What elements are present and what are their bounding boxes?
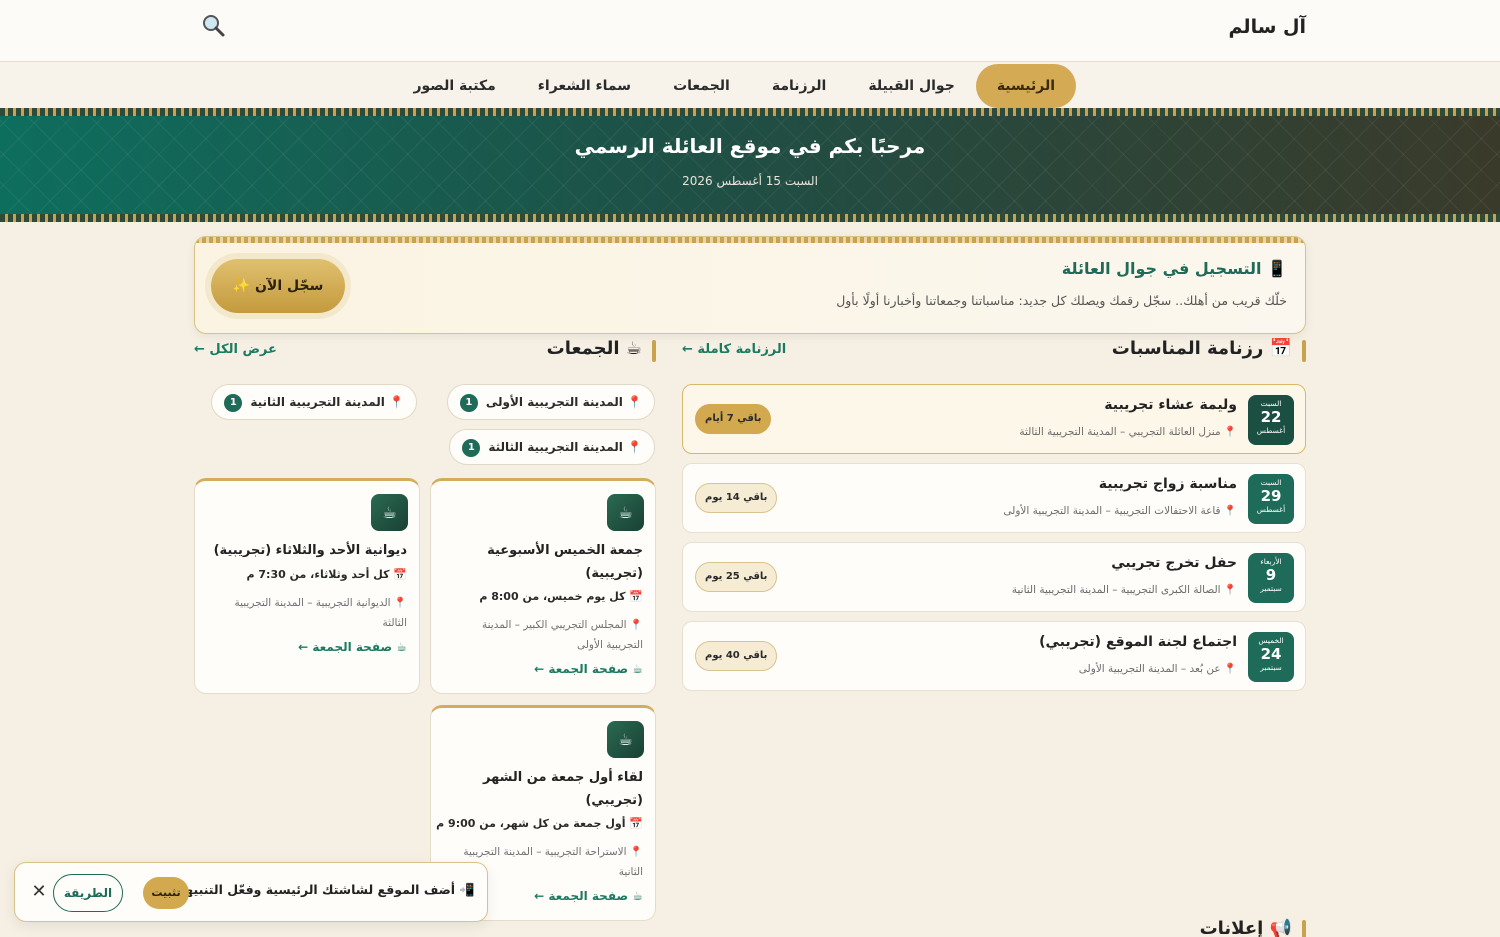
gathering-title: جمعة الخميس الأسبوعية (تجريبية) (487, 543, 643, 581)
city-chip[interactable]: 📍 المدينة التجريبية الثانية 1 (211, 384, 417, 420)
event-countdown-badge: باقي 14 يوم (695, 483, 778, 513)
close-icon[interactable]: ✕ (29, 882, 49, 902)
site-brand[interactable]: آل سالم (1229, 16, 1306, 38)
register-card: 📱 التسجيل في جوال العائلة خلّك قريب من أ… (194, 236, 1306, 334)
coffee-icon: ☕ (371, 494, 408, 531)
event-title: مناسبة زواج تجريبية (1098, 476, 1237, 492)
event-day-number: 22 (1260, 408, 1282, 426)
hero-date: السبت 15 أغسطس 2026 (682, 174, 818, 188)
event-month: سبتمبر (1260, 663, 1282, 672)
gathering-location: 📍 المجلس التجريبي الكبير – المدينة التجر… (481, 619, 643, 651)
coffee-icon: ☕ (607, 494, 644, 531)
event-countdown-badge: باقي 25 يوم (695, 562, 778, 592)
city-chip-label: 📍 المدينة التجريبية الثالثة (488, 440, 642, 454)
section-accent-bar (652, 340, 656, 362)
city-chip-count: 1 (459, 393, 478, 412)
install-instructions-button[interactable]: الطريقة (53, 874, 123, 912)
events-section-header: 📅 رزنامة المناسبات الرزنامة كاملة ← (682, 338, 1306, 362)
event-day-number: 24 (1260, 645, 1282, 663)
gathering-location: 📍 الديوانية التجريبية – المدينة التجريبي… (234, 597, 407, 629)
announcements-section-header: 📢 إعلانات (1006, 918, 1306, 937)
gathering-title: لقاء أول جمعة من الشهر (تجريبي) (483, 770, 643, 808)
nav-item-gatherings[interactable]: الجمعات (652, 64, 751, 108)
city-chip-label: 📍 المدينة التجريبية الأولى (485, 395, 642, 409)
event-date-box: الأربعاء 9 سبتمبر (1248, 553, 1294, 603)
city-chip[interactable]: 📍 المدينة التجريبية الثالثة 1 (449, 429, 655, 465)
event-location: 📍 عن بُعد – المدينة التجريبية الأولى (1078, 663, 1237, 675)
event-title: حفل تخرج تجريبي (1111, 555, 1237, 571)
event-month: أغسطس (1256, 505, 1286, 514)
event-day: السبت (1260, 478, 1282, 487)
top-bar: آل سالم (0, 0, 1500, 62)
register-card-border (195, 237, 1305, 243)
event-month: أغسطس (1256, 426, 1286, 435)
announcements-section-title: 📢 إعلانات (1199, 918, 1292, 937)
gathering-page-link[interactable]: ☕ صفحة الجمعة ← (534, 889, 643, 903)
section-accent-bar (1302, 920, 1306, 937)
event-day-number: 9 (1265, 566, 1277, 584)
event-day: الأربعاء (1260, 557, 1282, 566)
event-title: اجتماع لجنة الموقع (تجريبي) (1039, 634, 1237, 650)
nav-item-calendar[interactable]: الرزنامة (751, 64, 848, 108)
nav-item-tribe-mobile[interactable]: جوال القبيلة (847, 64, 975, 108)
gathering-time: 📅 أول جمعة من كل شهر، من 9:00 م (436, 817, 643, 830)
event-title: وليمة عشاء تجريبية (1104, 397, 1237, 413)
install-button[interactable]: تثبيت (143, 877, 189, 909)
event-day: السبت (1260, 399, 1282, 408)
city-chip-count: 1 (224, 393, 243, 412)
install-prompt-text: 📲 أضف الموقع لشاشتك الرئيسية وفعّل التنب… (167, 882, 475, 897)
event-card[interactable]: الأربعاء 9 سبتمبر حفل تخرج تجريبي 📍 الصا… (682, 542, 1306, 612)
hero-banner: مرحبًا بكم في موقع العائلة الرسمي السبت … (0, 116, 1500, 214)
hero-title: مرحبًا بكم في موقع العائلة الرسمي (574, 134, 926, 158)
gatherings-view-all-link[interactable]: عرض الكل ← (194, 342, 277, 357)
gathering-card[interactable]: ☕ جمعة الخميس الأسبوعية (تجريبية) 📅 كل ي… (430, 478, 656, 694)
search-button[interactable] (200, 12, 228, 40)
main-nav: الرئيسية جوال القبيلة الرزنامة الجمعات س… (0, 62, 1500, 110)
gathering-card[interactable]: ☕ ديوانية الأحد والثلاثاء (تجريبية) 📅 كل… (194, 478, 420, 694)
search-icon[interactable] (200, 12, 228, 40)
event-date-box: السبت 29 أغسطس (1248, 474, 1294, 524)
event-date-box: الخميس 24 سبتمبر (1248, 632, 1294, 682)
register-title: 📱 التسجيل في جوال العائلة (1061, 259, 1287, 278)
event-card[interactable]: الخميس 24 سبتمبر اجتماع لجنة الموقع (تجر… (682, 621, 1306, 691)
event-location: 📍 منزل العائلة التجريبي – المدينة التجري… (1019, 426, 1237, 438)
nav-item-gallery[interactable]: مكتبة الصور (392, 64, 516, 108)
gathering-time: 📅 كل يوم خميس، من 8:00 م (479, 590, 643, 603)
gathering-page-link[interactable]: ☕ صفحة الجمعة ← (534, 662, 643, 676)
register-button[interactable]: سجّل الآن ✨ (211, 259, 345, 313)
section-accent-bar (1302, 340, 1306, 362)
events-full-calendar-link[interactable]: الرزنامة كاملة ← (682, 342, 786, 357)
city-chip-count: 1 (462, 438, 481, 457)
event-location: 📍 قاعة الاحتفالات التجريبية – المدينة ال… (1003, 505, 1237, 517)
event-card[interactable]: السبت 29 أغسطس مناسبة زواج تجريبية 📍 قاع… (682, 463, 1306, 533)
register-description: خلّك قريب من أهلك.. سجّل رقمك ويصلك كل ج… (836, 293, 1287, 308)
events-section-title: 📅 رزنامة المناسبات (1111, 338, 1292, 359)
gathering-title: ديوانية الأحد والثلاثاء (تجريبية) (213, 543, 407, 558)
event-countdown-badge: باقي 7 أيام (695, 404, 772, 434)
city-chip-label: 📍 المدينة التجريبية الثانية (250, 395, 404, 409)
event-month: سبتمبر (1260, 584, 1282, 593)
gatherings-section-header: ☕ الجمعات عرض الكل ← (194, 338, 656, 362)
coffee-icon: ☕ (607, 721, 644, 758)
gatherings-section-title: ☕ الجمعات (546, 338, 642, 359)
nav-item-home[interactable]: الرئيسية (975, 64, 1076, 108)
event-card[interactable]: السبت 22 أغسطس وليمة عشاء تجريبية 📍 منزل… (682, 384, 1306, 454)
event-location: 📍 الصالة الكبرى التجريبية – المدينة التج… (1011, 584, 1237, 596)
gathering-page-link[interactable]: ☕ صفحة الجمعة ← (298, 640, 407, 654)
nav-item-poets[interactable]: سماء الشعراء (517, 64, 652, 108)
event-day-number: 29 (1260, 487, 1282, 505)
event-date-box: السبت 22 أغسطس (1248, 395, 1294, 445)
hero-stripe-bottom (0, 214, 1500, 222)
install-prompt: 📲 أضف الموقع لشاشتك الرئيسية وفعّل التنب… (14, 862, 488, 922)
event-day: الخميس (1258, 636, 1284, 645)
city-chip[interactable]: 📍 المدينة التجريبية الأولى 1 (446, 384, 655, 420)
event-countdown-badge: باقي 40 يوم (695, 641, 778, 671)
gathering-time: 📅 كل أحد وثلاثاء، من 7:30 م (246, 568, 408, 581)
hero-stripe-top (0, 108, 1500, 116)
